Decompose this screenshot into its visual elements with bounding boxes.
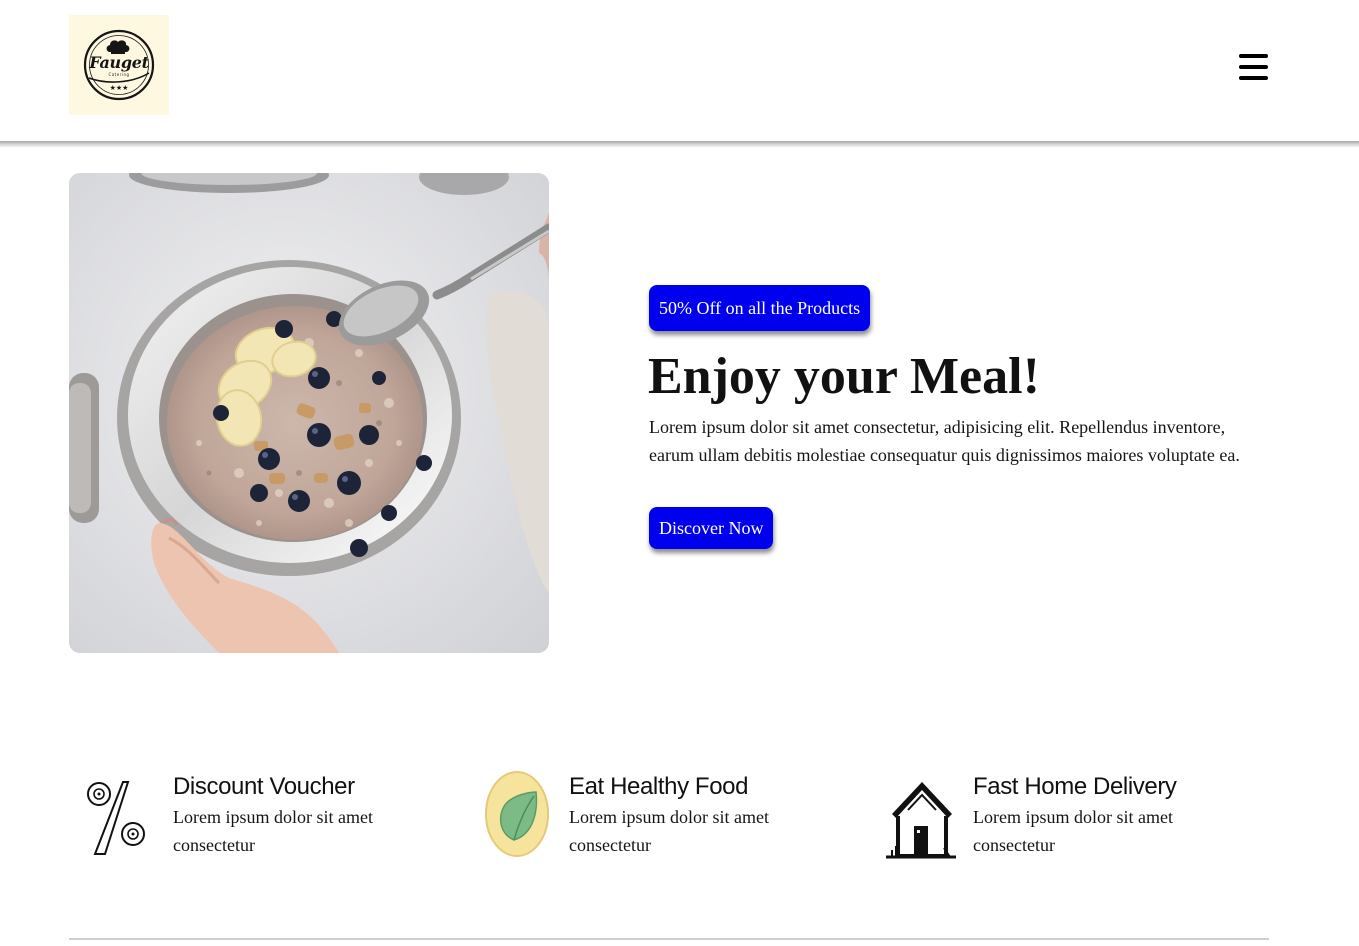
house-icon — [886, 782, 956, 859]
percent-icon — [87, 781, 145, 855]
feature-title: Discount Voucher — [173, 773, 355, 800]
feature-description: Lorem ipsum dolor sit amet consectetur — [569, 807, 769, 855]
header-divider — [0, 141, 1359, 147]
promo-badge: 50% Off on all the Products — [649, 285, 871, 331]
feature-description: Lorem ipsum dolor sit amet consectetur — [973, 807, 1173, 855]
discover-now-button[interactable]: Discover Now — [649, 507, 774, 549]
feature-title: Fast Home Delivery — [973, 773, 1177, 800]
feature-fast-home-delivery: Fast Home Delivery Lorem ipsum dolor sit… — [886, 770, 1246, 870]
oatmeal-bowl-illustration — [69, 173, 549, 653]
feature-discount-voucher: Discount Voucher Lorem ipsum dolor sit a… — [85, 770, 425, 870]
logo-wordmark: Fauget — [89, 53, 149, 72]
leaf-icon — [485, 771, 549, 857]
svg-text:★★★: ★★★ — [110, 84, 129, 92]
feature-title: Eat Healthy Food — [569, 773, 749, 800]
logo-tagline: Catering — [108, 72, 130, 77]
site-logo[interactable]: ★★★ Fauget Catering — [69, 15, 169, 115]
hamburger-menu-icon[interactable] — [1233, 50, 1273, 84]
hero-title: Enjoy your Meal! — [648, 348, 1040, 405]
feature-eat-healthy-food: Eat Healthy Food Lorem ipsum dolor sit a… — [484, 770, 824, 870]
section-divider — [69, 938, 1269, 940]
site-header: ★★★ Fauget Catering — [0, 0, 1359, 142]
hero-description: Lorem ipsum dolor sit amet consectetur, … — [649, 417, 1240, 465]
hero-oatmeal-image — [69, 173, 549, 653]
feature-description: Lorem ipsum dolor sit amet consectetur — [173, 807, 373, 855]
